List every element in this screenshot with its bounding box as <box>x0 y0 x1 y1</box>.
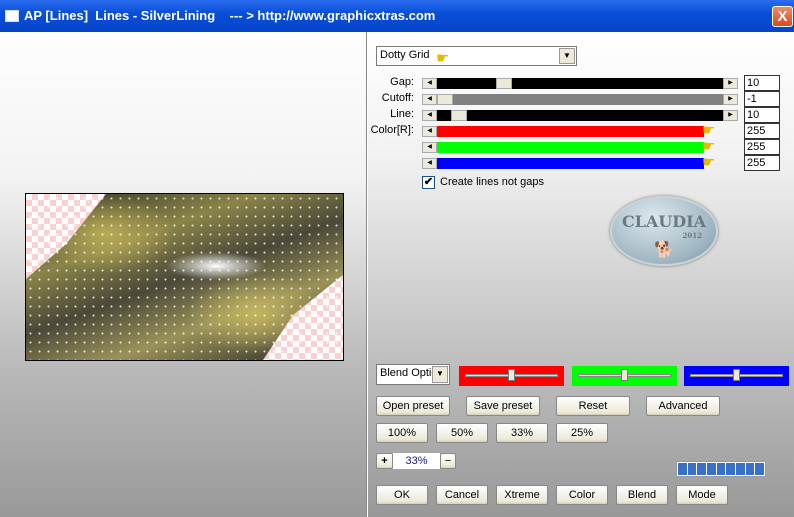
slider-4[interactable]: ◀ <box>422 142 738 153</box>
zoom-in-button[interactable]: + <box>376 453 393 469</box>
slider-0[interactable]: ◀ ▶ <box>422 78 738 89</box>
preview-image <box>25 193 344 361</box>
advanced-button[interactable]: Advanced <box>646 396 720 416</box>
close-button[interactable]: X <box>772 6 793 27</box>
33-button[interactable]: 33% <box>496 423 548 443</box>
chevron-down-icon[interactable]: ▼ <box>559 48 575 64</box>
claudia-logo: CLAUDIA 2012 🐕 <box>610 196 718 266</box>
slider-1[interactable]: ◀ ▶ <box>422 94 738 105</box>
blend-select-value: Blend Optio <box>380 367 438 379</box>
blend-options-select[interactable]: Blend Optio ▼ <box>376 364 450 385</box>
slider-thumb[interactable] <box>437 94 453 105</box>
create-lines-label[interactable]: Create lines not gaps <box>440 176 544 188</box>
create-lines-checkbox[interactable]: ✔ <box>422 176 435 189</box>
color-track <box>437 158 704 169</box>
zoom-level-field[interactable]: 33% <box>393 453 440 469</box>
slider-label: Gap: <box>390 76 414 88</box>
25-button[interactable]: 25% <box>556 423 608 443</box>
progress-segment <box>697 463 707 475</box>
slider-value-field[interactable]: 10 <box>744 107 780 123</box>
blend-button[interactable]: Blend <box>616 485 668 505</box>
scroll-left-arrow-icon[interactable]: ◀ <box>422 110 437 121</box>
slider-5[interactable]: ◀ <box>422 158 738 169</box>
progress-segment <box>726 463 736 475</box>
color-track <box>437 126 704 137</box>
reset-button[interactable]: Reset <box>556 396 630 416</box>
progress-segment <box>745 463 755 475</box>
scroll-left-arrow-icon[interactable]: ◀ <box>422 126 437 137</box>
slider-thumb[interactable] <box>733 369 740 381</box>
preset-select[interactable]: Dotty Grid ▼ <box>376 46 577 66</box>
scroll-left-arrow-icon[interactable]: ◀ <box>422 94 437 105</box>
progress-bar <box>676 461 766 477</box>
slider-thumb[interactable] <box>450 110 467 121</box>
slider-label: Cutoff: <box>381 92 414 104</box>
50-button[interactable]: 50% <box>436 423 488 443</box>
pointing-hand-icon: ☛ <box>436 50 450 67</box>
slider-thumb[interactable] <box>620 369 628 381</box>
title-bar: AP [Lines] Lines - SilverLining --- > ht… <box>0 0 794 32</box>
ok-button[interactable]: OK <box>376 485 428 505</box>
zoom-out-button[interactable]: − <box>440 453 456 469</box>
mode-button[interactable]: Mode <box>676 485 728 505</box>
progress-segment <box>755 463 765 475</box>
color-slider-1[interactable] <box>571 366 677 386</box>
slider-thumb[interactable] <box>508 369 515 381</box>
scroll-left-arrow-icon[interactable]: ◀ <box>422 142 437 153</box>
window-title: AP [Lines] Lines - SilverLining --- > ht… <box>24 8 436 23</box>
progress-segment <box>736 463 745 475</box>
slider-2[interactable]: ◀ ▶ <box>422 110 738 121</box>
slider-value-field[interactable]: 255 <box>744 139 780 155</box>
color-button[interactable]: Color <box>556 485 608 505</box>
preset-select-value: Dotty Grid <box>380 49 430 61</box>
window-icon <box>5 10 19 22</box>
color-slider-2[interactable] <box>684 366 789 386</box>
slider-value-field[interactable]: 10 <box>744 75 780 91</box>
xtreme-button[interactable]: Xtreme <box>496 485 548 505</box>
open-preset-button[interactable]: Open preset <box>376 396 450 416</box>
progress-segment <box>707 463 716 475</box>
chevron-down-icon[interactable]: ▼ <box>432 366 448 383</box>
slider-label: Line: <box>390 108 414 120</box>
cancel-button[interactable]: Cancel <box>436 485 488 505</box>
scroll-right-arrow-icon[interactable]: ▶ <box>723 110 738 121</box>
slider-3[interactable]: ◀ <box>422 126 738 137</box>
100-button[interactable]: 100% <box>376 423 428 443</box>
slider-value-field[interactable]: 255 <box>744 123 780 139</box>
progress-segment <box>687 463 697 475</box>
progress-segment <box>716 463 726 475</box>
progress-segment <box>678 463 687 475</box>
pointing-hand-icon: ☛ <box>702 154 716 171</box>
slider-thumb[interactable] <box>496 78 513 89</box>
color-track <box>437 142 704 153</box>
save-preset-button[interactable]: Save preset <box>466 396 540 416</box>
scroll-left-arrow-icon[interactable]: ◀ <box>422 158 437 169</box>
scroll-left-arrow-icon[interactable]: ◀ <box>422 78 437 89</box>
slider-label: Color[R]: <box>370 124 414 136</box>
slider-value-field[interactable]: -1 <box>744 91 780 107</box>
dotty-grid-overlay <box>26 194 343 360</box>
scroll-right-arrow-icon[interactable]: ▶ <box>723 78 738 89</box>
scroll-right-arrow-icon[interactable]: ▶ <box>723 94 738 105</box>
slider-value-field[interactable]: 255 <box>744 155 780 171</box>
color-slider-0[interactable] <box>459 366 564 386</box>
